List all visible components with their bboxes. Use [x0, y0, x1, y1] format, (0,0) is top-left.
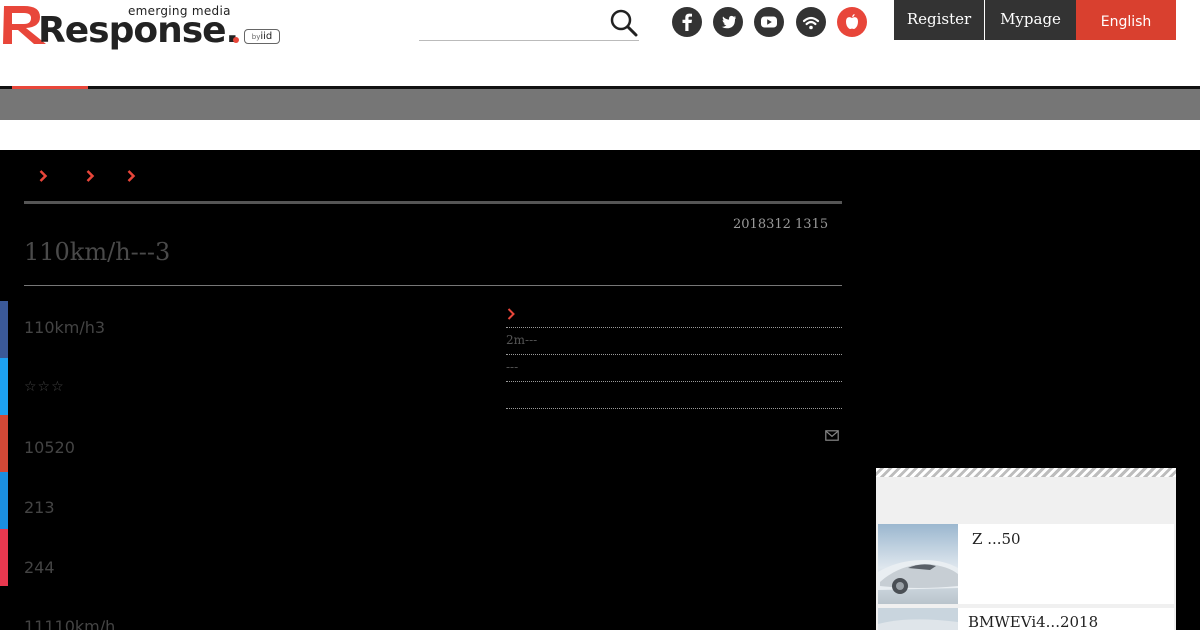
article-title-rule	[24, 285, 842, 286]
ranking-item-title: Z ...50	[972, 530, 1021, 548]
article-title: 110km/h---3	[24, 238, 171, 266]
english-button[interactable]: English	[1076, 0, 1176, 40]
apple-icon[interactable]	[837, 7, 867, 37]
rss-icon[interactable]	[796, 7, 826, 37]
logo-byline: byiid	[244, 29, 280, 44]
twitter-icon[interactable]	[713, 7, 743, 37]
search-icon[interactable]	[609, 8, 639, 38]
search-bar	[419, 4, 639, 41]
facebook-icon[interactable]	[672, 7, 702, 37]
ranking-header-stripe	[876, 468, 1176, 477]
related-chevron-icon[interactable]	[506, 306, 516, 322]
breadcrumb-arrow-2[interactable]	[85, 168, 95, 184]
sub-navigation-bar	[0, 89, 1200, 120]
response-logo[interactable]: Response. emerging media byiid	[0, 0, 290, 56]
article-body-line: 10520	[24, 438, 75, 457]
related-divider	[506, 381, 842, 382]
breadcrumb-arrow-1[interactable]	[38, 168, 48, 184]
ranking-thumbnail	[878, 608, 958, 630]
related-link[interactable]: 2m---	[506, 333, 537, 347]
share-twitter-button[interactable]	[0, 358, 8, 415]
site-header: Response. emerging media byiid Register …	[0, 0, 1200, 88]
search-input[interactable]	[419, 10, 599, 36]
share-pocket-button[interactable]	[0, 529, 8, 586]
share-facebook-button[interactable]	[0, 301, 8, 358]
article-body-line: 11110km/h	[24, 617, 116, 630]
share-google-button[interactable]	[0, 415, 8, 472]
youtube-icon[interactable]	[754, 7, 784, 37]
ad-strip	[0, 120, 1200, 150]
article-body-line: 244	[24, 558, 55, 577]
article-date: 2018312 1315	[733, 217, 829, 232]
related-divider	[506, 408, 842, 409]
article-body-line: 213	[24, 498, 55, 517]
ranking-item[interactable]: Z ...50	[878, 524, 1174, 604]
article-body-line: 110km/h3	[24, 318, 106, 337]
related-link[interactable]: ---	[506, 360, 518, 374]
mail-icon[interactable]	[825, 430, 839, 441]
related-divider	[506, 354, 842, 355]
share-hatena-button[interactable]	[0, 472, 8, 529]
article-rating: ☆☆☆	[24, 379, 65, 395]
register-button[interactable]: Register	[894, 0, 984, 40]
ranking-item[interactable]: BMWEVi4...2018	[878, 608, 1174, 630]
mypage-button[interactable]: Mypage	[985, 0, 1076, 40]
ranking-thumbnail	[878, 524, 958, 604]
breadcrumb-arrow-3[interactable]	[126, 168, 136, 184]
logo-tagline: emerging media	[128, 4, 231, 18]
ranking-item-title: BMWEVi4...2018	[968, 613, 1099, 630]
article-top-rule	[24, 201, 842, 204]
related-divider	[506, 327, 842, 328]
